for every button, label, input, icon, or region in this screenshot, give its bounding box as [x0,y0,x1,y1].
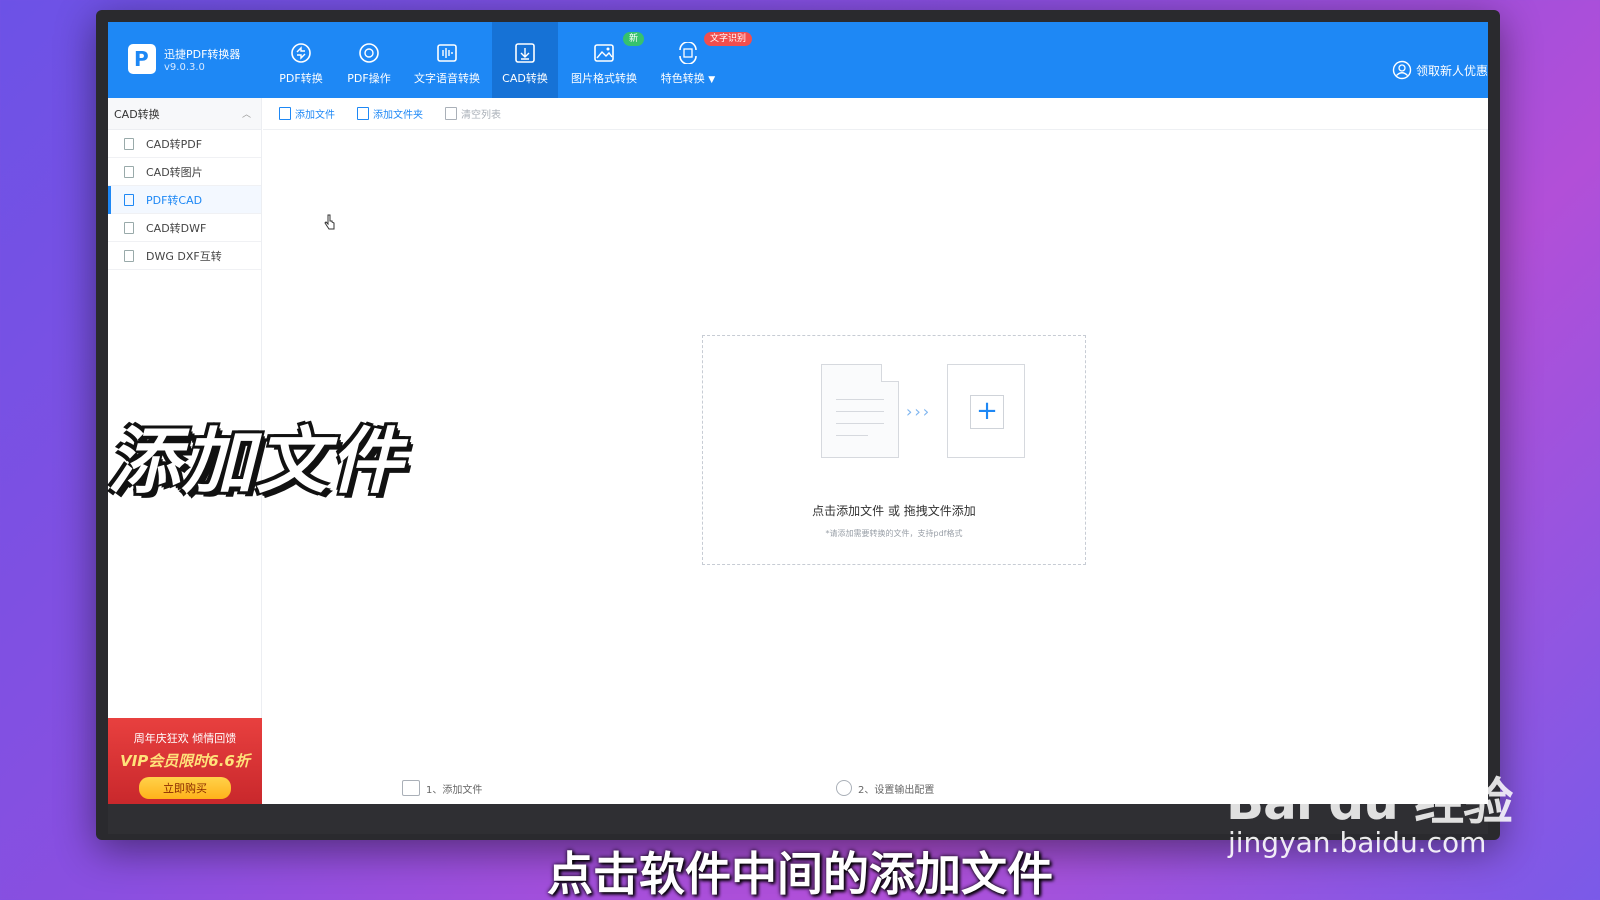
dropzone-instruction: 点击添加文件 或 拖拽文件添加 [812,504,976,518]
sidebar-item-pdf-to-cad[interactable]: PDF转CAD [108,186,261,214]
image-icon [594,44,614,62]
sidebar-item-label: CAD转PDF [146,137,203,151]
sidebar-section-header[interactable]: CAD转换 ︿ [108,98,261,130]
file-icon [124,193,134,206]
toolbar: 添加文件 添加文件夹 清空列表 [263,98,1488,130]
clear-list-button[interactable]: 清空列表 [445,106,501,121]
folder-icon [402,780,420,796]
add-file-button[interactable]: 添加文件 [279,106,335,121]
sidebar-item-cad-to-image[interactable]: CAD转图片 [108,158,261,186]
user-icon [1392,60,1412,80]
tab-pdf-convert[interactable]: PDF转换 [268,22,334,98]
mouse-pointer-icon [324,214,335,230]
tab-label: 文字语音转换 [414,72,480,85]
video-subtitle: 点击软件中间的添加文件 [547,847,1053,900]
sidebar-item-dwg-dxf[interactable]: DWG DXF互转 [108,242,261,270]
pdf-convert-icon [291,43,311,63]
sidebar-item-label: CAD转图片 [146,165,203,179]
tab-cad-convert[interactable]: CAD转换 [492,22,558,98]
image-file-icon [124,165,134,178]
plus-icon: + [970,395,1004,429]
ocr-badge: 文字识别 [704,32,753,46]
sidebar-item-label: CAD转DWF [146,221,207,235]
special-convert-icon [679,42,697,64]
clear-list-label: 清空列表 [461,110,501,121]
file-icon [124,137,134,150]
audio-wave-icon [437,44,457,62]
add-file-label: 添加文件 [295,110,335,121]
dropzone-hint: *请添加需要转换的文件，支持pdf格式 [825,529,963,538]
add-file-icon [279,107,291,120]
file-icon [124,249,134,262]
cad-convert-icon [515,43,535,63]
trash-icon [445,107,457,120]
tab-label: PDF转换 [279,72,323,85]
sidebar-title: CAD转换 [114,107,160,121]
step-label: 1、添加文件 [426,784,483,796]
tab-text-speech[interactable]: 文字语音转换 [404,22,490,98]
new-badge: 新 [623,32,645,46]
tab-label: PDF操作 [347,72,391,85]
add-folder-button[interactable]: 添加文件夹 [357,106,423,121]
sidebar-item-cad-to-dwf[interactable]: CAD转DWF [108,214,261,242]
chevron-up-icon: ︿ [241,110,251,120]
chevron-down-icon: ▼ [708,75,716,85]
step-add-file: 1、添加文件 [402,780,482,796]
sidebar-item-label: PDF转CAD [146,193,203,207]
baidu-logo-watermark: Bai du 经验 [1226,773,1513,831]
overlay-title: 添加文件 [108,419,405,503]
file-icon [124,221,134,234]
tab-pdf-operate[interactable]: PDF操作 [336,22,402,98]
step-output-config: 2、设置输出配置 [836,780,934,796]
buy-now-button[interactable]: 立即购买 [139,777,231,799]
add-folder-icon [357,107,369,120]
app-logo-icon [128,44,156,74]
coupon-label: 领取新人优惠 [1415,63,1488,78]
arrows-icon: ››› [906,402,932,421]
sidebar-item-label: DWG DXF互转 [146,249,222,263]
file-dropzone[interactable]: ››› + 点击添加文件 或 拖拽文件添加 *请添加需要转换的文件，支持pdf格… [702,335,1086,565]
tab-label: CAD转换 [502,72,548,85]
gear-icon [836,780,852,796]
coupon-link[interactable]: 领取新人优惠 [1392,60,1488,80]
step-label: 2、设置输出配置 [858,784,935,796]
promo-line-1: 周年庆狂欢 倾情回馈 [133,732,237,745]
app-name: 迅捷PDF转换器 [164,48,241,61]
document-icon [821,364,899,458]
promo-banner[interactable]: 周年庆狂欢 倾情回馈 VIP会员限时6.6折 立即购买 [108,718,262,804]
app-header: 迅捷PDF转换器 v9.0.3.0 PDF转换 PDF操作 文字语音转换 CAD… [108,22,1488,98]
sidebar-item-cad-to-pdf[interactable]: CAD转PDF [108,130,261,158]
tab-label: 图片格式转换 [571,72,637,85]
promo-line-2: VIP会员限时6.6折 [120,752,250,770]
tab-label: 特色转换 [660,72,705,85]
add-file-target[interactable]: + [947,364,1025,458]
add-folder-label: 添加文件夹 [373,110,423,121]
app-version: v9.0.3.0 [164,62,205,73]
pdf-operate-icon [359,43,379,63]
